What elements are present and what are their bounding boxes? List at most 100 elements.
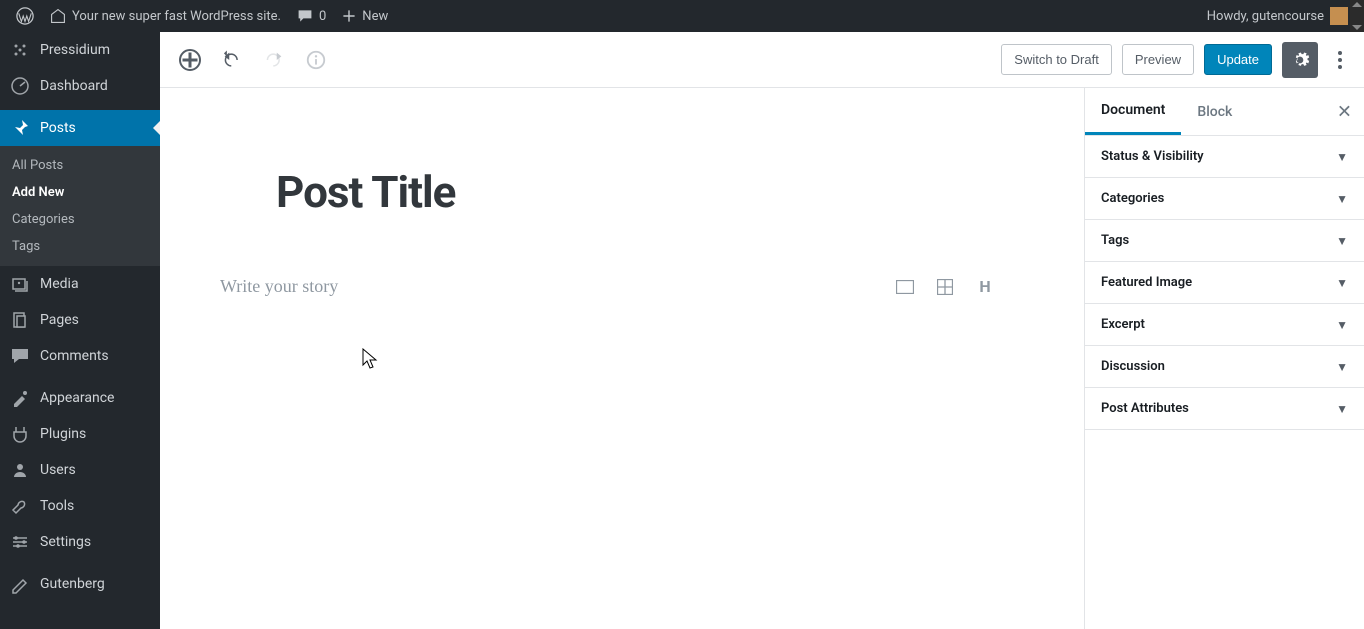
sidebar-label: Posts [40,120,76,136]
redo-button[interactable] [260,46,288,74]
update-button[interactable]: Update [1204,44,1272,75]
chevron-down-icon: ▼ [1336,360,1348,374]
image-block-icon[interactable] [896,278,914,296]
section-label: Post Attributes [1101,401,1189,416]
gear-icon [1290,50,1310,70]
sidebar-item-comments[interactable]: Comments [0,338,160,374]
chevron-down-icon: ▼ [1336,276,1348,290]
sidebar-label: Tools [40,498,74,514]
preview-button[interactable]: Preview [1122,44,1194,75]
sidebar-label: Settings [40,534,91,550]
section-label: Tags [1101,233,1129,248]
section-label: Status & Visibility [1101,149,1204,164]
sidebar-label: Appearance [40,390,114,406]
section-label: Categories [1101,191,1164,206]
editor-canvas[interactable]: Post Title Write your story H [160,88,1084,629]
add-block-button[interactable] [176,46,204,74]
tools-icon [10,496,30,516]
sidebar-item-dashboard[interactable]: Dashboard [0,68,160,104]
pin-icon [10,118,30,138]
posts-submenu: All Posts Add New Categories Tags [0,146,160,266]
comments-icon [10,346,30,366]
avatar [1330,7,1348,25]
howdy-link[interactable]: Howdy, gutencourse [1199,0,1356,32]
table-block-icon[interactable] [936,278,954,296]
admin-bar: Your new super fast WordPress site. 0 Ne… [0,0,1364,32]
sidebar-label: Gutenberg [40,576,105,592]
dot-icon [1338,65,1342,69]
content-placeholder[interactable]: Write your story [220,276,896,297]
section-post-attributes[interactable]: Post Attributes ▼ [1085,388,1364,430]
editor-main: Switch to Draft Preview Update Post Titl… [160,32,1364,629]
settings-panel: Document Block ✕ Status & Visibility ▼ C… [1084,88,1364,629]
sidebar-label: Plugins [40,426,86,442]
tab-block[interactable]: Block [1181,90,1248,134]
switch-draft-button[interactable]: Switch to Draft [1001,44,1112,75]
site-title: Your new super fast WordPress site. [72,9,281,24]
scrollbar[interactable] [1350,0,1364,32]
undo-icon [221,49,243,71]
editor-topbar: Switch to Draft Preview Update [160,32,1364,88]
sidebar-label: Pressidium [40,42,110,58]
sidebar-item-plugins[interactable]: Plugins [0,416,160,452]
sidebar-label: Pages [40,312,79,328]
info-icon [305,49,327,71]
wp-logo[interactable] [8,0,42,32]
close-panel-button[interactable]: ✕ [1337,101,1352,122]
sidebar-item-pages[interactable]: Pages [0,302,160,338]
chevron-down-icon: ▼ [1336,192,1348,206]
section-excerpt[interactable]: Excerpt ▼ [1085,304,1364,346]
sidebar-item-users[interactable]: Users [0,452,160,488]
chevron-down-icon: ▼ [1336,234,1348,248]
dot-icon [1338,51,1342,55]
new-link[interactable]: New [334,0,396,32]
tab-document[interactable]: Document [1085,88,1181,135]
media-icon [10,274,30,294]
pages-icon [10,310,30,330]
new-label: New [362,9,388,24]
sidebar-label: Media [40,276,79,292]
info-button[interactable] [302,46,330,74]
block-shortcuts: H [896,278,994,296]
pressidium-icon [10,40,30,60]
gutenberg-icon [10,574,30,594]
sidebar-label: Users [40,462,76,478]
section-status-visibility[interactable]: Status & Visibility ▼ [1085,136,1364,178]
post-title[interactable]: Post Title [276,166,1024,218]
site-link[interactable]: Your new super fast WordPress site. [42,0,289,32]
mouse-cursor [362,348,378,370]
section-tags[interactable]: Tags ▼ [1085,220,1364,262]
dot-icon [1338,58,1342,62]
sidebar-label: Dashboard [40,78,108,94]
sidebar-item-tools[interactable]: Tools [0,488,160,524]
comments-link[interactable]: 0 [289,0,334,32]
sidebar-item-posts[interactable]: Posts [0,110,160,146]
users-icon [10,460,30,480]
redo-icon [263,49,285,71]
sidebar-item-media[interactable]: Media [0,266,160,302]
undo-button[interactable] [218,46,246,74]
settings-toggle-button[interactable] [1282,42,1318,78]
chevron-down-icon: ▼ [1336,402,1348,416]
sidebar-item-gutenberg[interactable]: Gutenberg [0,566,160,602]
sidebar-item-settings[interactable]: Settings [0,524,160,560]
section-categories[interactable]: Categories ▼ [1085,178,1364,220]
chevron-down-icon: ▼ [1336,318,1348,332]
section-label: Discussion [1101,359,1165,374]
panel-tabs: Document Block ✕ [1085,88,1364,136]
heading-block-icon[interactable]: H [976,278,994,296]
plugins-icon [10,424,30,444]
sidebar-item-pressidium[interactable]: Pressidium [0,32,160,68]
settings-icon [10,532,30,552]
section-featured-image[interactable]: Featured Image ▼ [1085,262,1364,304]
submenu-all-posts[interactable]: All Posts [0,152,160,179]
chevron-down-icon: ▼ [1336,150,1348,164]
admin-sidebar: Pressidium Dashboard Posts All Posts Add… [0,32,160,629]
section-discussion[interactable]: Discussion ▼ [1085,346,1364,388]
more-menu-button[interactable] [1328,45,1352,75]
submenu-add-new[interactable]: Add New [0,179,160,206]
submenu-tags[interactable]: Tags [0,233,160,260]
section-label: Featured Image [1101,275,1192,290]
sidebar-item-appearance[interactable]: Appearance [0,380,160,416]
submenu-categories[interactable]: Categories [0,206,160,233]
